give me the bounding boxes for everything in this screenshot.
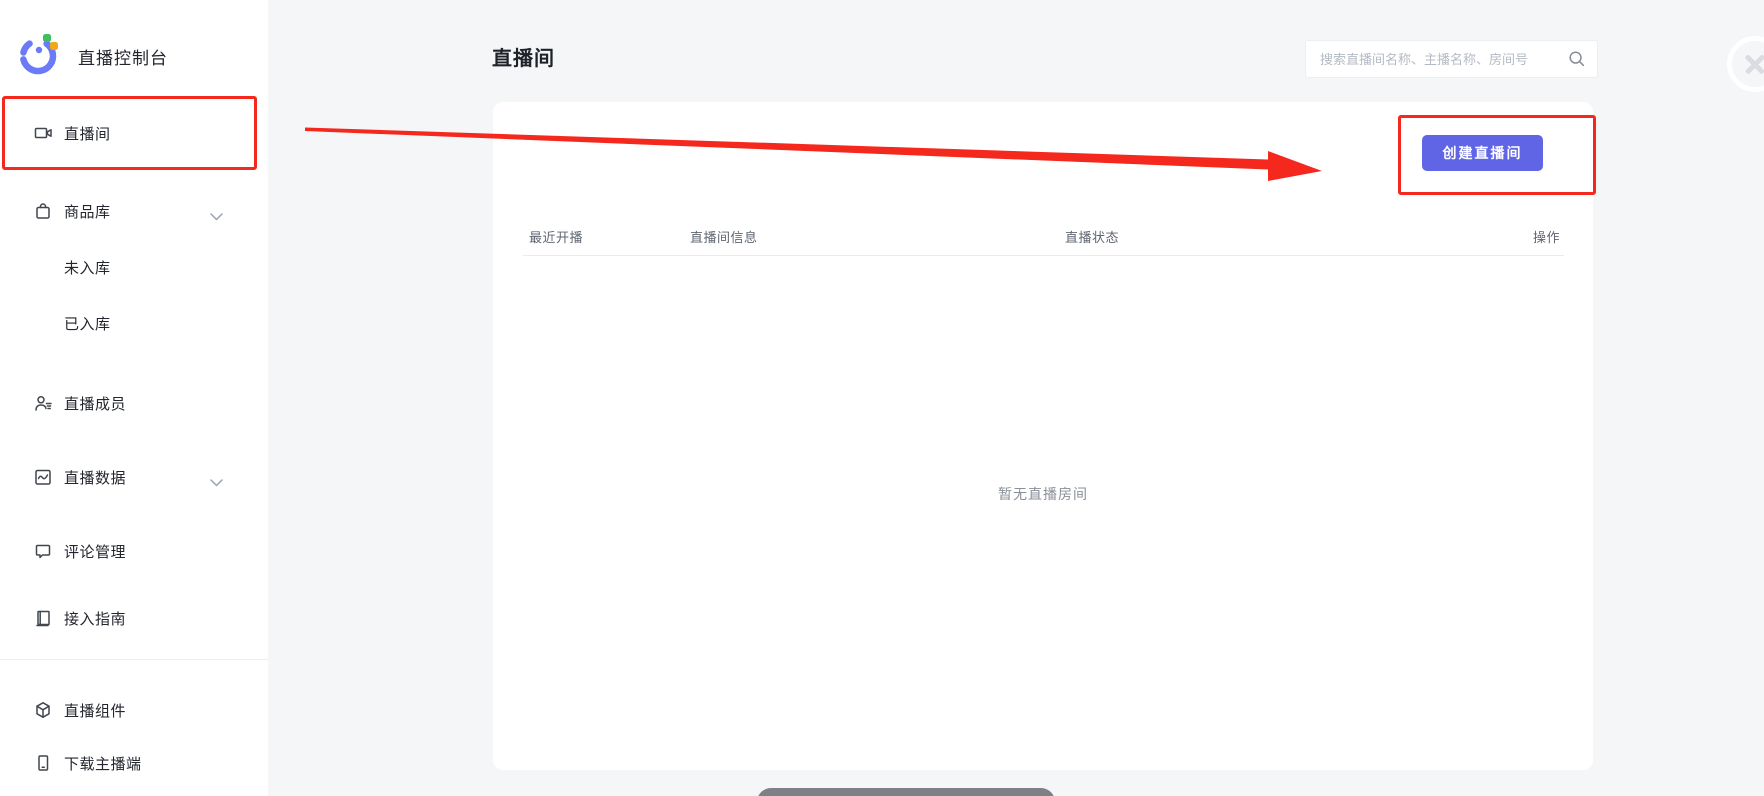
app-logo-icon	[17, 33, 61, 79]
column-header-recent-broadcast: 最近开播	[529, 227, 583, 246]
chart-icon	[33, 467, 53, 487]
sidebar-item-label: 接入指南	[64, 608, 126, 629]
sidebar-item-product-library[interactable]: 商品库	[0, 191, 268, 231]
sidebar-divider	[0, 659, 268, 660]
sidebar-item-live-components[interactable]: 直播组件	[0, 690, 268, 730]
sidebar-item-label: 商品库	[64, 201, 111, 222]
sidebar-item-label: 直播间	[64, 123, 111, 144]
sidebar-item-live-members[interactable]: 直播成员	[0, 383, 268, 423]
close-icon[interactable]	[1727, 36, 1764, 92]
sidebar-item-live-data[interactable]: 直播数据	[0, 457, 268, 497]
create-live-room-button[interactable]: 创建直播间	[1422, 135, 1543, 171]
sidebar-item-label: 直播数据	[64, 467, 126, 488]
cube-icon	[33, 700, 53, 720]
search-icon[interactable]	[1567, 49, 1587, 69]
chevron-down-icon[interactable]	[210, 208, 223, 226]
bag-icon	[33, 201, 53, 221]
comment-icon	[33, 541, 53, 561]
column-header-room-info: 直播间信息	[690, 227, 758, 246]
sidebar-item-live-room[interactable]: 直播间	[0, 113, 268, 153]
sidebar-item-label: 直播组件	[64, 700, 126, 721]
brand: 直播控制台	[17, 33, 168, 79]
video-icon	[33, 123, 53, 143]
sidebar-item-not-in-stock[interactable]: 未入库	[0, 247, 268, 287]
sidebar-subitem-label: 已入库	[64, 313, 111, 334]
bottom-toolbar-pill[interactable]	[757, 788, 1055, 796]
app-title: 直播控制台	[78, 44, 168, 69]
sidebar: 直播控制台 直播间 商品库	[0, 0, 268, 796]
sidebar-item-label: 下载主播端	[64, 753, 142, 774]
sidebar-item-download-streamer-client[interactable]: 下载主播端	[0, 743, 268, 783]
sidebar-item-comment-management[interactable]: 评论管理	[0, 531, 268, 571]
sidebar-subitem-label: 未入库	[64, 257, 111, 278]
column-header-actions: 操作	[1533, 227, 1560, 246]
sidebar-item-label: 直播成员	[64, 393, 126, 414]
live-console-window: 直播控制台 直播间 商品库	[0, 0, 1764, 796]
phone-icon	[33, 753, 53, 773]
column-header-live-status: 直播状态	[1065, 227, 1119, 246]
search-box	[1305, 40, 1598, 78]
sidebar-item-label: 评论管理	[64, 541, 126, 562]
members-icon	[33, 393, 53, 413]
sidebar-item-access-guide[interactable]: 接入指南	[0, 598, 268, 638]
page-title: 直播间	[492, 42, 555, 71]
chevron-down-icon[interactable]	[210, 474, 223, 492]
sidebar-item-in-stock[interactable]: 已入库	[0, 303, 268, 343]
table-header-row: 最近开播 直播间信息 直播状态 操作	[523, 218, 1564, 256]
guide-icon	[33, 608, 53, 628]
empty-state-text: 暂无直播房间	[493, 484, 1593, 504]
live-room-card	[493, 102, 1593, 770]
search-input[interactable]	[1306, 41, 1567, 77]
